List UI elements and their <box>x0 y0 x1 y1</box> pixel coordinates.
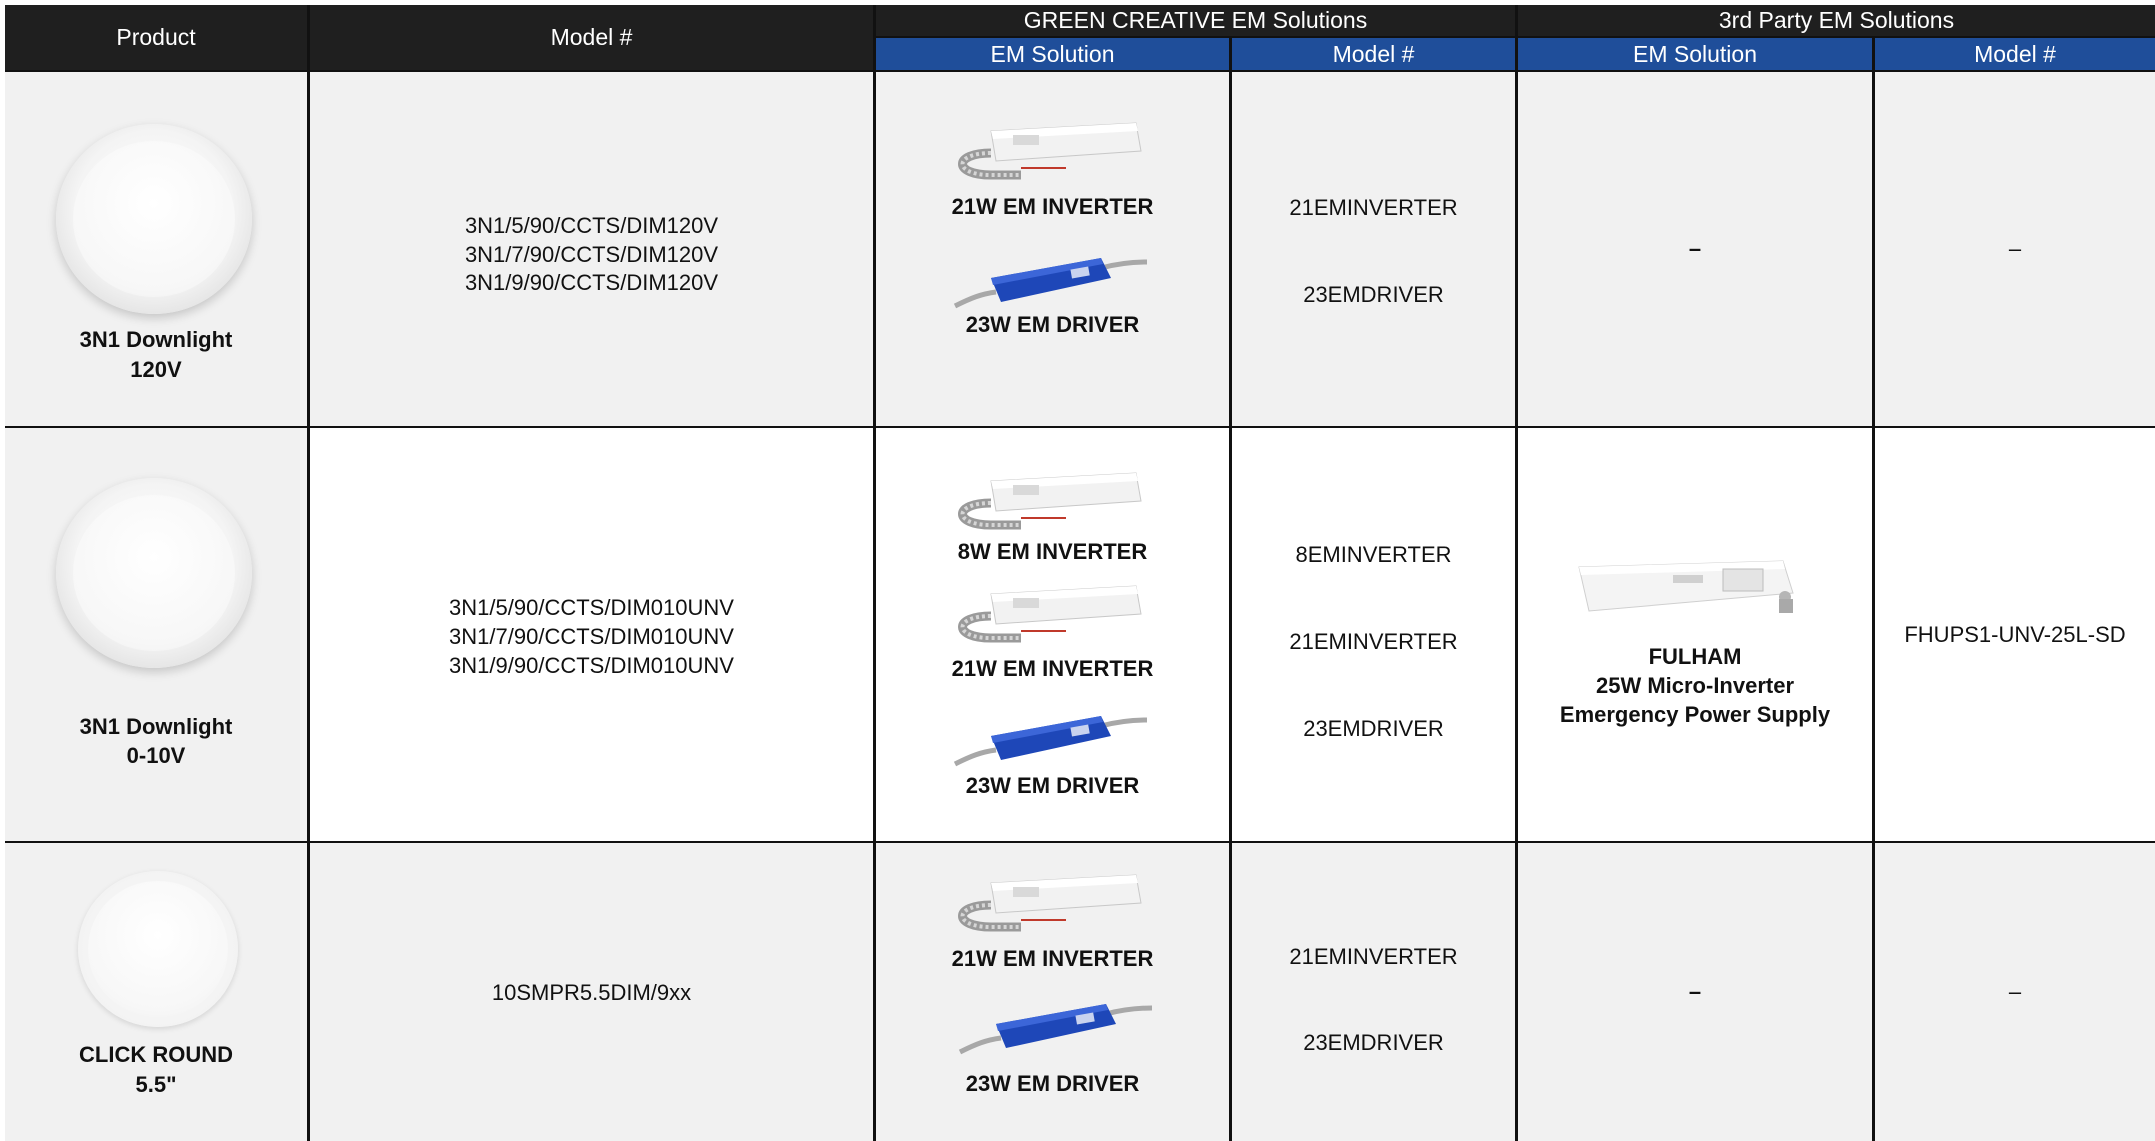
em-solutions-table: Product Model # GREEN CREATIVE EM Soluti… <box>5 5 2155 1141</box>
model-number: 3N1/7/90/CCTS/DIM120V <box>464 242 719 267</box>
model-number: 3N1/7/90/CCTS/DIM010UNV <box>449 624 734 649</box>
header-em-solution: EM Solution <box>876 38 1229 70</box>
em-inverter-icon <box>958 122 1142 180</box>
table-row-1-models: 3N1/5/90/CCTS/DIM120V 3N1/7/90/CCTS/DIM1… <box>310 72 873 426</box>
em-model-number: 21EMINVERTER <box>1289 629 1458 654</box>
empty-dash: – <box>1688 236 1702 261</box>
third-party-model-number: FHUPS1-UNV-25L-SD <box>1904 622 2126 647</box>
table-row-3-green-solution: 21W EM INVERTER 23W EM DRIVER <box>876 843 1229 1141</box>
table-row-1-product: 3N1 Downlight 120V <box>5 72 307 426</box>
third-party-brand: FULHAM <box>1648 644 1742 669</box>
table-row-2-product: 3N1 Downlight 0-10V <box>5 428 307 841</box>
em-driver-icon <box>958 1004 1153 1055</box>
model-number: 3N1/5/90/CCTS/DIM120V <box>464 213 719 238</box>
product-name: CLICK ROUND <box>79 1042 233 1067</box>
em-solution-label: 21W EM INVERTER <box>951 656 1154 681</box>
third-party-product: 25W Micro-Inverter <box>1595 673 1795 698</box>
em-driver-icon <box>953 716 1148 767</box>
em-model-number: 21EMINVERTER <box>1289 944 1458 969</box>
table-row-1-third-model: – <box>1875 72 2155 426</box>
empty-dash: – <box>2008 236 2022 261</box>
downlight-lens <box>73 495 235 651</box>
em-inverter-icon <box>958 472 1142 530</box>
table-row-1-green-model: 21EMINVERTER 23EMDRIVER <box>1232 72 1515 426</box>
header-third-party-group: 3rd Party EM Solutions <box>1518 5 2155 36</box>
model-number: 3N1/9/90/CCTS/DIM010UNV <box>449 653 734 678</box>
downlight-lens <box>73 141 235 297</box>
em-model-number: 23EMDRIVER <box>1303 282 1444 307</box>
model-number: 10SMPR5.5DIM/9xx <box>491 979 692 1005</box>
header-em-solution-3rd: EM Solution <box>1518 38 1872 70</box>
product-variant: 0-10V <box>126 743 186 768</box>
product-variant: 120V <box>130 357 182 382</box>
em-model-number: 23EMDRIVER <box>1303 1030 1444 1055</box>
em-inverter-icon <box>958 874 1142 932</box>
product-name: 3N1 Downlight <box>79 714 233 739</box>
table-row-2-green-model: 8EMINVERTER 21EMINVERTER 23EMDRIVER <box>1232 428 1515 841</box>
em-solution-label: 23W EM DRIVER <box>965 312 1140 337</box>
model-number: 3N1/5/90/CCTS/DIM010UNV <box>449 595 734 620</box>
header-product: Product <box>5 5 307 70</box>
table-row-2-green-solution: 8W EM INVERTER 21W EM INVERTER 23W EM DR… <box>876 428 1229 841</box>
click-round-image <box>78 871 238 1027</box>
downlight-image <box>56 478 252 668</box>
em-solution-label: 23W EM DRIVER <box>965 1071 1140 1096</box>
table-row-3-models: 10SMPR5.5DIM/9xx <box>310 843 873 1141</box>
table-row-2-models: 3N1/5/90/CCTS/DIM010UNV 3N1/7/90/CCTS/DI… <box>310 428 873 841</box>
table-row-3-third-solution: – <box>1518 843 1872 1141</box>
model-number: 3N1/9/90/CCTS/DIM120V <box>464 270 719 295</box>
downlight-image <box>56 124 252 314</box>
table-row-1-green-solution: 21W EM INVERTER 23W EM DRIVER <box>876 72 1229 426</box>
table-row-2-third-model: FHUPS1-UNV-25L-SD <box>1875 428 2155 841</box>
header-model-sub-3rd: Model # <box>1875 38 2155 70</box>
em-driver-icon <box>953 258 1148 309</box>
product-variant: 5.5" <box>135 1072 177 1097</box>
empty-dash: – <box>1688 979 1702 1004</box>
click-round-lens <box>88 881 228 1017</box>
table-row-1-third-solution: – <box>1518 72 1872 426</box>
table-row-2-third-solution: FULHAM 25W Micro-Inverter Emergency Powe… <box>1518 428 1872 841</box>
em-solution-label: 8W EM INVERTER <box>957 539 1148 564</box>
em-model-number: 8EMINVERTER <box>1295 542 1452 567</box>
header-model-sub: Model # <box>1232 38 1515 70</box>
table-row-3-third-model: – <box>1875 843 2155 1141</box>
table-row-3-product: CLICK ROUND 5.5" <box>5 843 307 1141</box>
header-model: Model # <box>310 5 873 70</box>
em-solution-label: 21W EM INVERTER <box>951 946 1154 971</box>
micro-inverter-icon <box>1578 560 1794 613</box>
product-name: 3N1 Downlight <box>79 327 233 352</box>
em-model-number: 23EMDRIVER <box>1303 716 1444 741</box>
empty-dash: – <box>2008 979 2022 1004</box>
header-green-creative-group: GREEN CREATIVE EM Solutions <box>876 5 1515 36</box>
table-row-3-green-model: 21EMINVERTER 23EMDRIVER <box>1232 843 1515 1141</box>
em-model-number: 21EMINVERTER <box>1289 195 1458 220</box>
em-solution-label: 23W EM DRIVER <box>965 773 1140 798</box>
third-party-product-type: Emergency Power Supply <box>1559 702 1831 727</box>
em-inverter-icon <box>958 585 1142 643</box>
em-solution-label: 21W EM INVERTER <box>951 194 1154 219</box>
